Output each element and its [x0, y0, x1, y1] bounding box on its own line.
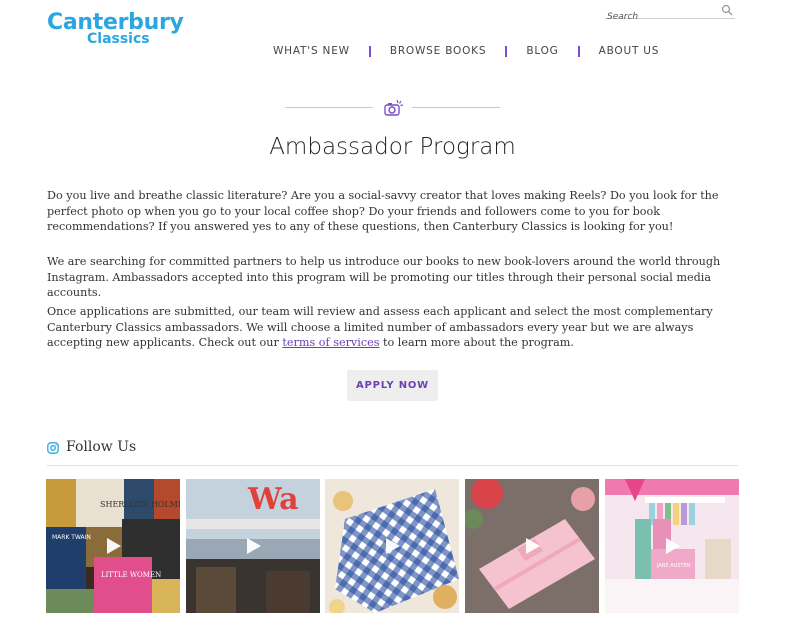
- instagram-post-2[interactable]: Wa: [186, 479, 320, 613]
- camera-icon: [384, 99, 404, 116]
- instagram-post-5[interactable]: JANE AUSTEN: [605, 479, 739, 613]
- nav-blog[interactable]: BLOG: [526, 45, 558, 57]
- page-title: Ambassador Program: [269, 134, 516, 160]
- application-paragraph: Once applications are submitted, our tea…: [47, 304, 742, 351]
- play-icon: [107, 538, 121, 554]
- nav-about-us[interactable]: ABOUT US: [599, 45, 660, 57]
- terms-of-services-link[interactable]: terms of services: [282, 336, 379, 349]
- instagram-post-4[interactable]: [465, 479, 599, 613]
- logo-text-line2: Classics: [87, 31, 150, 47]
- play-icon: [386, 538, 400, 554]
- instagram-post-3[interactable]: [325, 479, 459, 613]
- book-label-sherlock: SHERLOCK HOLMES: [100, 500, 180, 509]
- search-icon[interactable]: [721, 4, 733, 16]
- play-icon: [666, 538, 680, 554]
- main-nav: WHAT'S NEW BROWSE BOOKS BLOG ABOUT US: [262, 44, 659, 58]
- play-icon: [247, 538, 261, 554]
- instagram-feed: SHERLOCK HOLMES MARK TWAIN LITTLE WOMEN …: [46, 479, 739, 613]
- search-input[interactable]: [605, 10, 717, 24]
- application-text-end: to learn more about the program.: [379, 336, 574, 349]
- instagram-icon: [47, 442, 59, 454]
- book-label-austen: JANE AUSTEN: [656, 563, 691, 569]
- search-paragraph: We are searching for committed partners …: [47, 255, 721, 299]
- play-icon: [526, 538, 540, 554]
- instagram-post-1[interactable]: SHERLOCK HOLMES MARK TWAIN LITTLE WOMEN: [46, 479, 180, 613]
- book-label-little-women: LITTLE WOMEN: [101, 571, 161, 579]
- divider-left: [285, 107, 373, 108]
- canterbury-classics-logo[interactable]: Canterbury Classics: [47, 10, 184, 47]
- follow-us-header: Follow Us: [47, 439, 738, 466]
- nav-browse-books[interactable]: BROWSE BOOKS: [390, 45, 486, 57]
- search-box: [605, 4, 735, 24]
- divider-right: [412, 107, 500, 108]
- nav-separator: [577, 45, 580, 57]
- follow-us-title: Follow Us: [66, 439, 137, 455]
- intro-paragraph: Do you live and breathe classic literatu…: [47, 189, 719, 233]
- nav-whats-new[interactable]: WHAT'S NEW: [273, 45, 350, 57]
- store-sign-text: Wa: [247, 482, 299, 517]
- apply-now-button[interactable]: APPLY NOW: [347, 370, 438, 401]
- nav-separator: [368, 45, 371, 57]
- nav-separator: [505, 45, 508, 57]
- book-label-twain: MARK TWAIN: [52, 534, 91, 541]
